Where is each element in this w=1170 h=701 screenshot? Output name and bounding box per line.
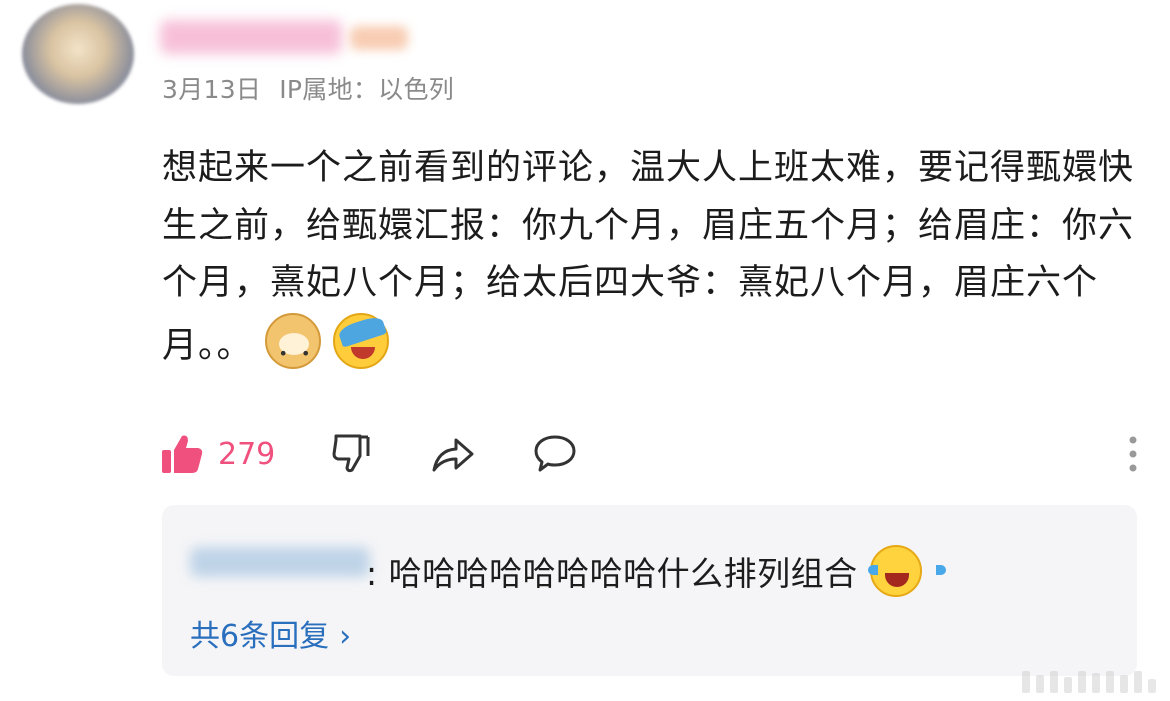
thumbs-up-icon: [162, 435, 203, 473]
thumbs-down-icon[interactable]: [330, 432, 374, 476]
like-button[interactable]: 279: [160, 432, 275, 476]
user-avatar[interactable]: [22, 4, 134, 104]
comment-actions: 279: [160, 428, 1150, 484]
reply-text: : 哈哈哈哈哈哈哈哈什么排列组合: [366, 554, 858, 593]
comment-icon[interactable]: [532, 432, 578, 476]
comment-body: 想起来一个之前看到的评论，温大人上班太难，要记得甄嬛快生之前，给甄嬛汇报：你九个…: [162, 140, 1152, 382]
reply-line: : 哈哈哈哈哈哈哈哈什么排列组合: [366, 545, 946, 597]
watermark: [1022, 671, 1156, 693]
more-icon[interactable]: [1128, 432, 1138, 476]
face-covering-icon: [332, 312, 389, 369]
username-blurred[interactable]: [160, 20, 342, 54]
view-replies-link[interactable]: 共6条回复 ›: [190, 611, 351, 655]
like-count: 279: [218, 436, 276, 472]
reply-preview[interactable]: : 哈哈哈哈哈哈哈哈什么排列组合 共6条回复 ›: [162, 505, 1137, 676]
ip-location: IP属地：以色列: [279, 75, 455, 104]
chevron-right-icon: ›: [339, 619, 352, 654]
comment-meta: 3月13日 IP属地：以色列: [162, 70, 454, 106]
laughing-tears-icon: [867, 545, 946, 597]
comment-date: 3月13日: [162, 75, 262, 104]
doge-icon: [264, 312, 321, 382]
share-icon[interactable]: [430, 432, 476, 476]
user-badge-blurred: [350, 26, 408, 50]
reply-username-blurred[interactable]: [190, 547, 370, 577]
view-replies-label: 共6条回复: [190, 619, 330, 654]
